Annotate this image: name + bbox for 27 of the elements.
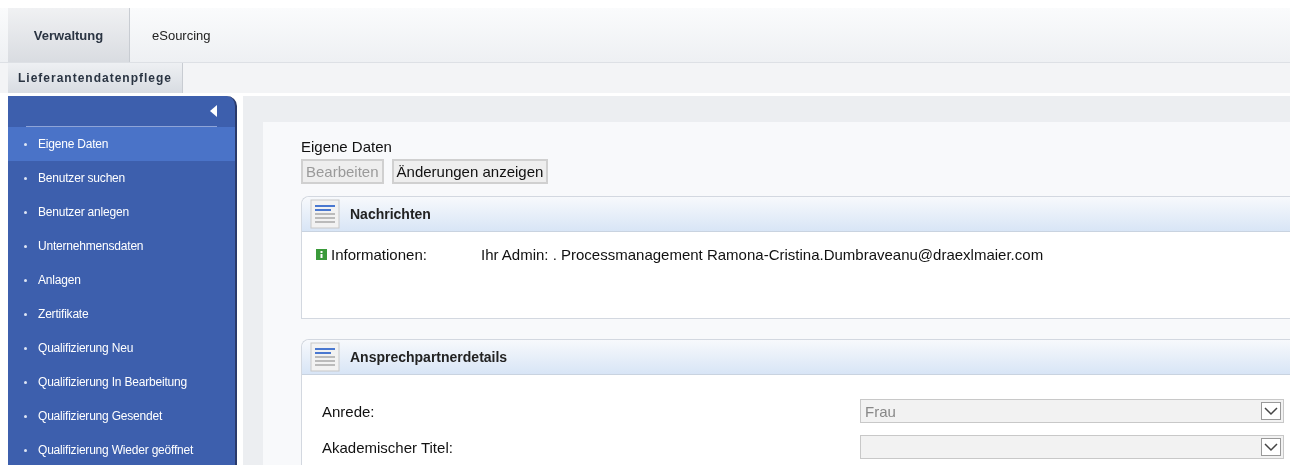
- sidebar-item[interactable]: Qualifizierung Wieder geöffnet: [8, 433, 235, 465]
- sidebar-item[interactable]: Qualifizierung Neu: [8, 331, 235, 365]
- sidebar-item[interactable]: Benutzer anlegen: [8, 195, 235, 229]
- sidebar-item[interactable]: Zertifikate: [8, 297, 235, 331]
- sidebar-item[interactable]: Eigene Daten: [8, 127, 235, 161]
- subtab[interactable]: Lieferantendatenpflege: [8, 63, 184, 93]
- action-button[interactable]: Änderungen anzeigen: [391, 159, 549, 184]
- page-title: Eigene Daten: [301, 138, 393, 155]
- document-icon: [310, 342, 340, 372]
- tab[interactable]: Verwaltung: [8, 8, 130, 62]
- field-label: Anrede:: [322, 402, 375, 420]
- tab[interactable]: eSourcing: [130, 8, 233, 62]
- sidebar-item[interactable]: Anlagen: [8, 263, 235, 297]
- sidebar-item[interactable]: Qualifizierung Gesendet: [8, 399, 235, 433]
- sidebar-item[interactable]: Unternehmensdaten: [8, 229, 235, 263]
- message-label: Informationen:: [331, 246, 428, 263]
- sidebar-item[interactable]: Qualifizierung In Bearbeitung: [8, 365, 235, 399]
- collapse-icon[interactable]: [210, 105, 217, 117]
- document-icon: [310, 199, 340, 229]
- section-title: Ansprechpartnerdetails: [350, 349, 508, 365]
- caret-icon: [1261, 438, 1281, 456]
- section-title: Nachrichten: [350, 206, 431, 222]
- caret-icon: [1261, 402, 1281, 420]
- message-text: Ihr Admin: . Processmanagement Ramona-Cristina.Dumbraveanu@draexlmaier.com: [481, 246, 1044, 263]
- field-label: Akademischer Titel:: [322, 438, 453, 456]
- info-icon: [316, 249, 327, 260]
- sidebar-item[interactable]: Benutzer suchen: [8, 161, 235, 195]
